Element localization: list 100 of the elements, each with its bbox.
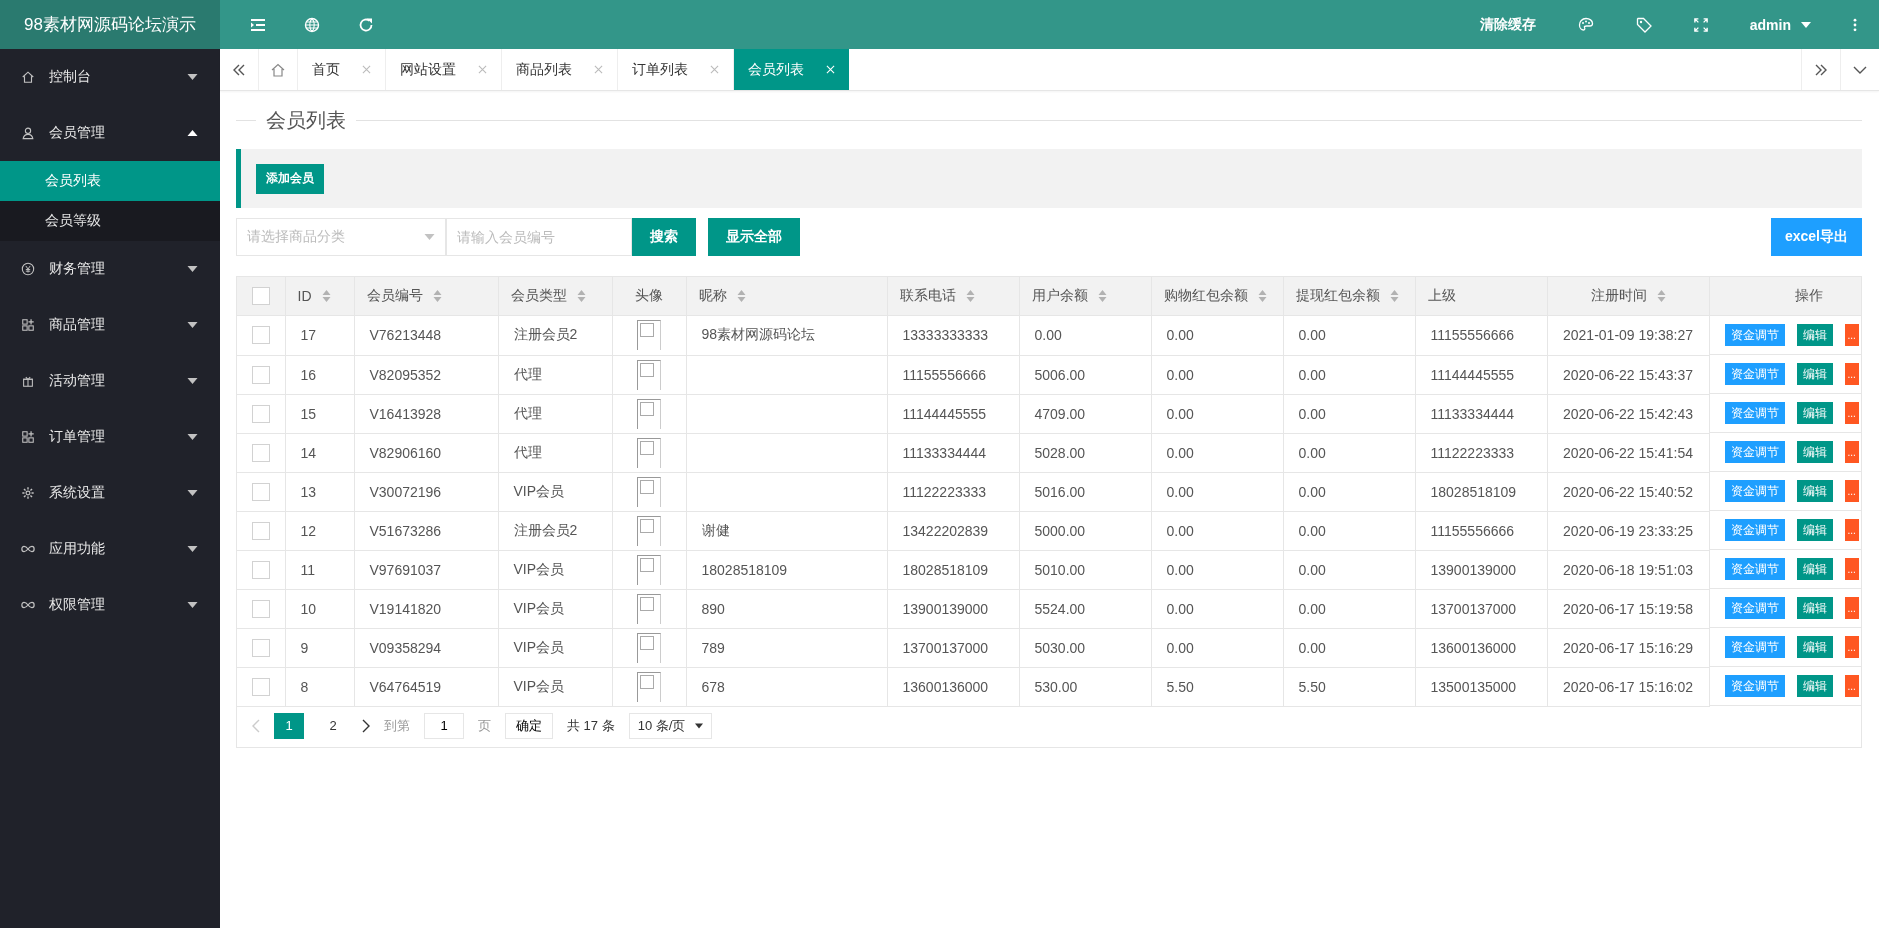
palette-icon[interactable] [1577, 16, 1594, 33]
sidebar-item[interactable]: 商品管理 [0, 297, 220, 353]
refresh-icon[interactable] [358, 16, 374, 33]
select-placeholder: 请选择商品分类 [247, 228, 345, 246]
more-button[interactable]: ... [1844, 558, 1859, 580]
sidebar-item[interactable]: 系统设置 [0, 465, 220, 521]
sort-icon[interactable] [1257, 290, 1267, 302]
sort-icon[interactable] [576, 290, 586, 302]
more-button[interactable]: ... [1844, 636, 1859, 658]
page-tab[interactable]: 会员列表 [733, 49, 849, 90]
sort-icon[interactable] [736, 290, 746, 302]
row-checkbox[interactable] [251, 638, 270, 657]
page-tab[interactable]: 商品列表 [501, 49, 617, 90]
tag-icon[interactable] [1635, 16, 1652, 33]
more-button[interactable]: ... [1844, 519, 1859, 541]
adjust-funds-button[interactable]: 资金调节 [1724, 636, 1785, 658]
edit-button[interactable]: 编辑 [1796, 441, 1833, 463]
row-checkbox[interactable] [251, 365, 270, 384]
select-all-checkbox[interactable] [251, 287, 270, 306]
adjust-funds-button[interactable]: 资金调节 [1724, 675, 1785, 697]
more-button[interactable]: ... [1844, 324, 1859, 346]
adjust-funds-button[interactable]: 资金调节 [1724, 558, 1785, 580]
page-tab[interactable]: 首页 [297, 49, 385, 90]
table-cell: 11122223333 [1430, 444, 1515, 461]
adjust-funds-button[interactable]: 资金调节 [1724, 402, 1785, 424]
sort-icon[interactable] [432, 290, 442, 302]
table-cell: V16413928 [369, 405, 442, 422]
sidebar-item[interactable]: 控制台 [0, 49, 220, 105]
row-checkbox[interactable] [251, 404, 270, 423]
adjust-funds-button[interactable]: 资金调节 [1724, 519, 1785, 541]
close-icon[interactable] [710, 65, 719, 74]
excel-export-button[interactable]: excel导出 [1770, 218, 1862, 256]
menu-icon[interactable] [250, 16, 266, 33]
row-checkbox[interactable] [251, 521, 270, 540]
close-icon[interactable] [362, 65, 371, 74]
page-size-select[interactable]: 10 条/页 [628, 712, 713, 739]
confirm-button[interactable]: 确定 [505, 712, 553, 739]
sidebar-item[interactable]: 应用功能 [0, 521, 220, 577]
edit-button[interactable]: 编辑 [1796, 558, 1833, 580]
adjust-funds-button[interactable]: 资金调节 [1724, 480, 1785, 502]
row-checkbox[interactable] [251, 560, 270, 579]
more-button[interactable]: ... [1844, 402, 1859, 424]
page-number-field[interactable]: 1 [424, 712, 464, 739]
sort-icon[interactable] [1389, 290, 1399, 302]
row-checkbox[interactable] [251, 599, 270, 618]
double-right-icon [1814, 63, 1828, 76]
sort-icon[interactable] [1097, 290, 1107, 302]
sort-icon[interactable] [321, 290, 331, 302]
sidebar-item[interactable]: 订单管理 [0, 409, 220, 465]
row-checkbox[interactable] [251, 482, 270, 501]
page-tab[interactable]: 网站设置 [385, 49, 501, 90]
edit-button[interactable]: 编辑 [1796, 363, 1833, 385]
page-number[interactable]: 2 [318, 712, 348, 739]
sidebar-item[interactable]: 活动管理 [0, 353, 220, 409]
table-cell: 13700137000 [1430, 600, 1517, 617]
adjust-funds-button[interactable]: 资金调节 [1724, 441, 1785, 463]
edit-button[interactable]: 编辑 [1796, 480, 1833, 502]
next-page-icon[interactable] [362, 718, 370, 733]
adjust-funds-button[interactable]: 资金调节 [1724, 597, 1785, 619]
user-menu[interactable]: admin [1749, 16, 1811, 33]
edit-button[interactable]: 编辑 [1796, 636, 1833, 658]
row-checkbox[interactable] [251, 326, 270, 345]
more-button[interactable]: ... [1844, 480, 1859, 502]
category-select[interactable]: 请选择商品分类 [236, 218, 446, 256]
sort-icon[interactable] [965, 290, 975, 302]
more-icon[interactable] [1853, 17, 1857, 32]
edit-button[interactable]: 编辑 [1796, 519, 1833, 541]
more-button[interactable]: ... [1844, 441, 1859, 463]
edit-button[interactable]: 编辑 [1796, 675, 1833, 697]
adjust-funds-button[interactable]: 资金调节 [1724, 363, 1785, 385]
page-number[interactable]: 1 [274, 712, 304, 739]
sidebar-item[interactable]: 会员管理 [0, 105, 220, 161]
member-number-field[interactable]: 请输入会员编号 [446, 218, 632, 256]
sidebar-item[interactable]: 财务管理 [0, 241, 220, 297]
user-icon [21, 126, 35, 140]
table-cell: 11155556666 [1430, 327, 1515, 344]
submenu-item[interactable]: 会员列表 [0, 161, 220, 201]
more-button[interactable]: ... [1844, 675, 1859, 697]
fullscreen-icon[interactable] [1693, 17, 1708, 32]
submenu-item[interactable]: 会员等级 [0, 201, 220, 241]
add-member-button[interactable]: 添加会员 [256, 163, 324, 194]
table-cell: VIP会员 [513, 638, 565, 655]
close-icon[interactable] [594, 65, 603, 74]
row-checkbox[interactable] [251, 677, 270, 696]
clear-cache-link[interactable]: 清除缓存 [1479, 15, 1536, 34]
sort-icon[interactable] [1656, 290, 1666, 302]
close-icon[interactable] [478, 65, 487, 74]
more-button[interactable]: ... [1844, 597, 1859, 619]
adjust-funds-button[interactable]: 资金调节 [1724, 324, 1785, 346]
edit-button[interactable]: 编辑 [1796, 597, 1833, 619]
row-checkbox[interactable] [251, 443, 270, 462]
sidebar-item[interactable]: 权限管理 [0, 577, 220, 633]
search-button[interactable]: 搜索 [632, 218, 696, 256]
broken-image-icon [637, 476, 661, 507]
edit-button[interactable]: 编辑 [1796, 324, 1833, 346]
more-button[interactable]: ... [1844, 363, 1859, 385]
show-all-button[interactable]: 显示全部 [708, 218, 800, 256]
globe-icon[interactable] [304, 16, 320, 33]
column-header: ID [297, 288, 312, 304]
edit-button[interactable]: 编辑 [1796, 402, 1833, 424]
